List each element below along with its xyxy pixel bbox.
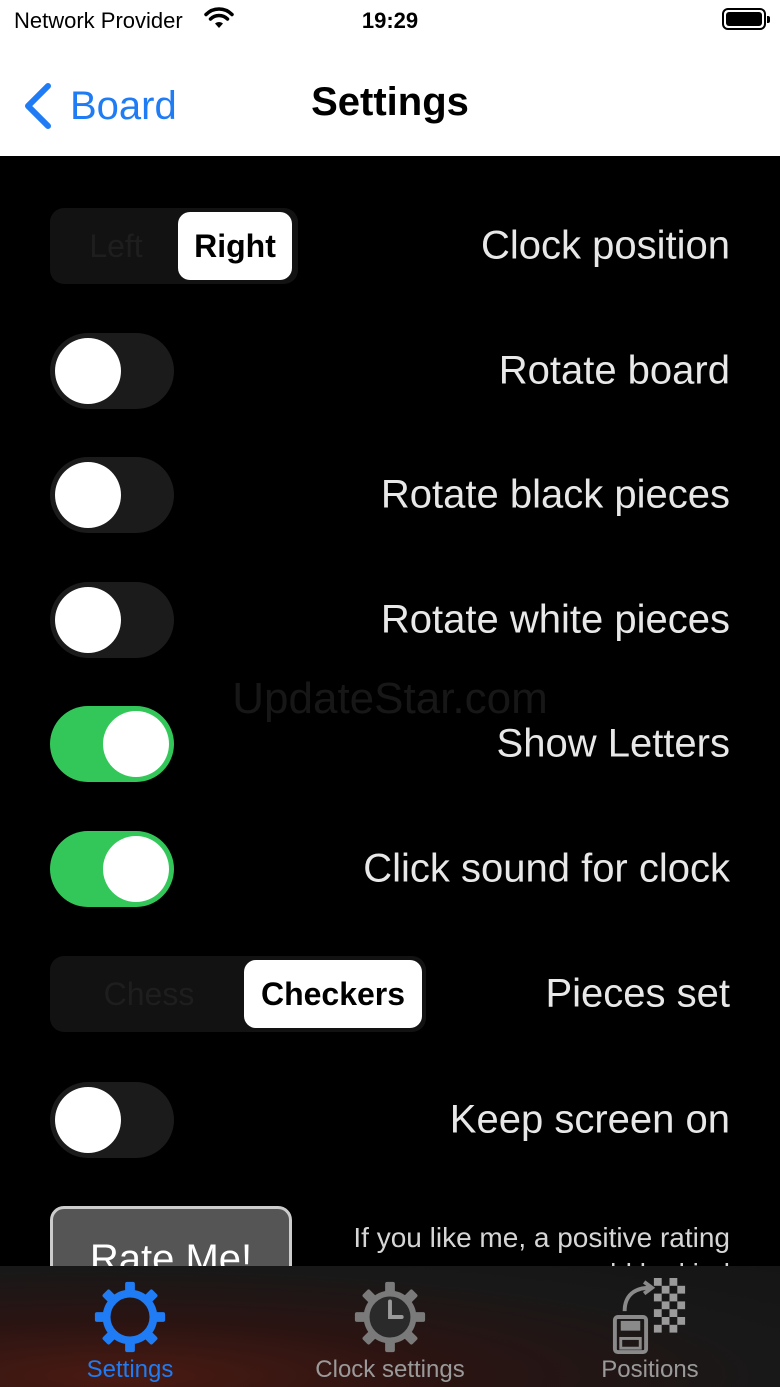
segment-right[interactable]: Right bbox=[178, 212, 292, 280]
rotate-board-row: Rotate board bbox=[50, 333, 730, 409]
toggle-knob bbox=[103, 711, 169, 777]
tab-clock-settings-label: Clock settings bbox=[315, 1356, 465, 1383]
status-bar: Network Provider 19:29 bbox=[0, 0, 780, 44]
tab-settings[interactable]: Settings bbox=[0, 1266, 260, 1387]
show-letters-row: Show Letters bbox=[50, 706, 730, 782]
rate-description: If you like me, a positive rating would … bbox=[353, 1222, 730, 1266]
show-letters-label: Show Letters bbox=[496, 721, 730, 766]
toggle-knob bbox=[103, 836, 169, 902]
segment-checkers[interactable]: Checkers bbox=[244, 960, 422, 1028]
tab-settings-label: Settings bbox=[86, 1356, 174, 1383]
positions-icon bbox=[612, 1278, 686, 1355]
rotate-board-label: Rotate board bbox=[498, 348, 730, 393]
segment-left[interactable]: Left bbox=[54, 212, 178, 280]
navigation-bar: Board Settings bbox=[0, 56, 780, 152]
pieces-set-label: Pieces set bbox=[545, 971, 730, 1016]
click-sound-row: Click sound for clock bbox=[50, 831, 730, 907]
tab-positions-label: Positions bbox=[601, 1356, 699, 1383]
rotate-black-toggle[interactable] bbox=[50, 457, 174, 533]
clock-position-label: Clock position bbox=[480, 223, 730, 268]
pieces-set-segmented-control[interactable]: Chess Checkers bbox=[50, 956, 426, 1032]
tab-positions[interactable]: Positions bbox=[520, 1266, 780, 1387]
tab-clock-settings[interactable]: Clock settings bbox=[260, 1266, 520, 1387]
rotate-white-row: Rotate white pieces bbox=[50, 582, 730, 658]
keep-screen-on-row: Keep screen on bbox=[50, 1082, 730, 1158]
segment-chess[interactable]: Chess bbox=[54, 960, 244, 1028]
toggle-knob bbox=[55, 587, 121, 653]
clock-gear-icon bbox=[354, 1281, 426, 1353]
rotate-board-toggle[interactable] bbox=[50, 333, 174, 409]
show-letters-toggle[interactable] bbox=[50, 706, 174, 782]
battery-icon bbox=[722, 8, 770, 30]
keep-screen-on-label: Keep screen on bbox=[449, 1097, 730, 1142]
page-title: Settings bbox=[311, 80, 469, 124]
toggle-knob bbox=[55, 462, 121, 528]
click-sound-toggle[interactable] bbox=[50, 831, 174, 907]
gear-icon bbox=[94, 1281, 166, 1353]
status-time: 19:29 bbox=[361, 8, 419, 33]
top-bar: Network Provider 19:29 Board Settings bbox=[0, 0, 780, 156]
keep-screen-on-toggle[interactable] bbox=[50, 1082, 174, 1158]
rate-me-button[interactable]: Rate Me! bbox=[50, 1206, 292, 1266]
toggle-knob bbox=[55, 1087, 121, 1153]
rotate-black-label: Rotate black pieces bbox=[380, 472, 730, 517]
tab-bar: Settings Clock settings Positions bbox=[0, 1266, 780, 1387]
rotate-white-toggle[interactable] bbox=[50, 582, 174, 658]
clock-position-segmented-control[interactable]: Left Right bbox=[50, 208, 298, 284]
settings-list: UpdateStar.com Left Right Clock position… bbox=[0, 156, 780, 1266]
click-sound-label: Click sound for clock bbox=[363, 846, 730, 891]
rotate-white-label: Rotate white pieces bbox=[380, 597, 730, 642]
rotate-black-row: Rotate black pieces bbox=[50, 457, 730, 533]
clock-position-row: Left Right Clock position bbox=[50, 208, 730, 284]
toggle-knob bbox=[55, 338, 121, 404]
pieces-set-row: Chess Checkers Pieces set bbox=[50, 956, 730, 1032]
